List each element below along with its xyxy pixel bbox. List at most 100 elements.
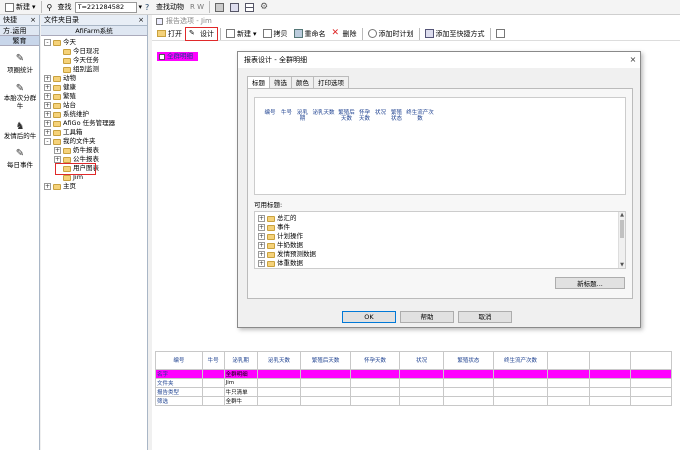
- tree-item[interactable]: 今天任务: [44, 56, 147, 65]
- table-header-cell[interactable]: [629, 351, 673, 370]
- new-button[interactable]: 新建 ▾: [2, 0, 39, 14]
- column-header[interactable]: 怀孕天数: [358, 110, 371, 122]
- table-header-cell[interactable]: 怀孕天数: [349, 351, 401, 370]
- available-item[interactable]: + 体重数据: [258, 259, 625, 268]
- available-item[interactable]: + 牛奶数据: [258, 241, 625, 250]
- dialog-tab[interactable]: 打印选项: [313, 76, 349, 88]
- tree-item[interactable]: + 主页: [44, 182, 147, 191]
- export-button[interactable]: [493, 27, 508, 41]
- available-item[interactable]: + 发情预测数据: [258, 250, 625, 259]
- find-animal-button[interactable]: ? 查找动物: [142, 0, 187, 14]
- close-icon[interactable]: ×: [138, 15, 144, 25]
- read-write-flags[interactable]: R W: [187, 0, 207, 14]
- tab-breeding[interactable]: 繁育: [0, 36, 39, 46]
- tree-item[interactable]: - 我的文件夹: [44, 137, 147, 146]
- add-plan-button[interactable]: 添加时计划: [365, 27, 417, 41]
- new-title-button[interactable]: 新标题...: [555, 277, 625, 289]
- available-item[interactable]: + 计划操作: [258, 232, 625, 241]
- column-header[interactable]: 状况: [374, 110, 387, 122]
- tree-item[interactable]: 组别监测: [44, 65, 147, 74]
- tree-item[interactable]: + 繁殖: [44, 92, 147, 101]
- settings-button[interactable]: ⚙: [257, 0, 272, 14]
- table-header-cell[interactable]: 繁殖后天数: [300, 351, 351, 370]
- table-header-cell[interactable]: [547, 351, 590, 370]
- tree-item[interactable]: - 今天: [44, 38, 147, 47]
- expand-icon[interactable]: +: [258, 215, 265, 222]
- expand-icon[interactable]: +: [258, 242, 265, 249]
- column-header[interactable]: 终生流产次数: [406, 110, 434, 122]
- expand-icon[interactable]: +: [44, 84, 51, 91]
- expand-icon[interactable]: +: [44, 102, 51, 109]
- table-header-cell[interactable]: 泌乳天数: [256, 351, 302, 370]
- close-icon[interactable]: ×: [626, 52, 640, 68]
- column-header[interactable]: 繁殖状态: [390, 110, 403, 122]
- available-item[interactable]: + 事件: [258, 223, 625, 232]
- rename-button[interactable]: 重命名: [291, 27, 329, 41]
- expand-icon[interactable]: +: [44, 183, 51, 190]
- tree-item[interactable]: + 工具箱: [44, 128, 147, 137]
- collapse-icon[interactable]: -: [44, 138, 51, 145]
- table-header-cell[interactable]: [588, 351, 631, 370]
- grid-button[interactable]: [242, 0, 257, 14]
- expand-icon[interactable]: +: [44, 111, 51, 118]
- table-header-cell[interactable]: 编号: [155, 351, 203, 370]
- expand-icon[interactable]: +: [44, 129, 51, 136]
- tree-item[interactable]: + 奶牛报表: [44, 146, 147, 155]
- expand-icon[interactable]: +: [258, 224, 265, 231]
- nav-item-heat[interactable]: ♞ 发情后的牛: [0, 121, 40, 140]
- open-button[interactable]: 打开: [154, 27, 185, 41]
- expand-icon[interactable]: +: [54, 156, 61, 163]
- column-header[interactable]: 泌乳天数: [312, 110, 335, 122]
- tree-item[interactable]: 今日现况: [44, 47, 147, 56]
- expand-icon[interactable]: +: [44, 75, 51, 82]
- design-button[interactable]: ✎ 设计: [185, 26, 218, 41]
- close-icon[interactable]: ×: [30, 15, 36, 25]
- print-button[interactable]: [212, 0, 227, 14]
- dialog-tab[interactable]: 标题: [247, 76, 270, 88]
- tree-item[interactable]: + 动物: [44, 74, 147, 83]
- find-button[interactable]: ⚲ 查找: [44, 0, 75, 14]
- new-report-button[interactable]: 新建 ▾: [223, 27, 260, 41]
- table-header-cell[interactable]: 繁殖状态: [443, 351, 494, 370]
- table-row[interactable]: 名字 全群明细: [155, 369, 673, 379]
- window-button[interactable]: [227, 0, 242, 14]
- column-header[interactable]: 泌乳期: [296, 110, 309, 122]
- cancel-button[interactable]: 取消: [458, 311, 512, 323]
- table-header-cell[interactable]: 牛号: [201, 351, 225, 370]
- expand-icon[interactable]: +: [44, 120, 51, 127]
- dialog-tab[interactable]: 筛选: [269, 76, 292, 88]
- nav-item-collar-stats[interactable]: ✎ 项圈统计: [0, 53, 40, 74]
- scrollbar[interactable]: ▲ ▼: [618, 212, 625, 268]
- table-header-cell[interactable]: 状况: [399, 351, 445, 370]
- expand-icon[interactable]: +: [54, 147, 61, 154]
- nav-item-daily-events[interactable]: ✎ 每日事件: [0, 148, 40, 169]
- expand-icon[interactable]: +: [258, 251, 265, 258]
- add-shortcut-button[interactable]: 添加至快捷方式: [422, 27, 488, 41]
- collapse-icon[interactable]: -: [44, 39, 51, 46]
- copy-button[interactable]: 拷贝: [260, 27, 291, 41]
- table-row[interactable]: 报告类型 牛只清单: [155, 387, 673, 397]
- available-item[interactable]: + 总汇的: [258, 214, 625, 223]
- expand-icon[interactable]: +: [44, 93, 51, 100]
- scroll-up-icon[interactable]: ▲: [619, 212, 625, 218]
- dialog-tab[interactable]: 颜色: [291, 76, 314, 88]
- delete-button[interactable]: ✕ 删除: [329, 27, 360, 41]
- tree-item[interactable]: + 站台: [44, 101, 147, 110]
- table-row[interactable]: 文件夹 Jim: [155, 378, 673, 388]
- tree-item[interactable]: + AfiGo 任务管理器: [44, 119, 147, 128]
- table-header-cell[interactable]: 终生流产次数: [492, 351, 549, 370]
- table-row[interactable]: 筛选 全群牛: [155, 396, 673, 406]
- column-header[interactable]: 编号: [263, 110, 277, 122]
- column-header[interactable]: 繁殖后天数: [338, 110, 355, 122]
- tree-item[interactable]: + 健康: [44, 83, 147, 92]
- scroll-down-icon[interactable]: ▼: [619, 262, 625, 268]
- search-input[interactable]: [74, 1, 137, 13]
- table-header-cell[interactable]: 泌乳期: [223, 351, 258, 370]
- expand-icon[interactable]: +: [258, 233, 265, 240]
- column-header[interactable]: 牛号: [280, 110, 293, 122]
- help-button-visible[interactable]: 帮助: [400, 311, 454, 323]
- report-list-item[interactable]: 全群明细: [157, 52, 198, 61]
- ok-button-visible[interactable]: OK: [342, 311, 396, 323]
- tree-item[interactable]: + 系统维护: [44, 110, 147, 119]
- scroll-thumb[interactable]: [620, 220, 624, 238]
